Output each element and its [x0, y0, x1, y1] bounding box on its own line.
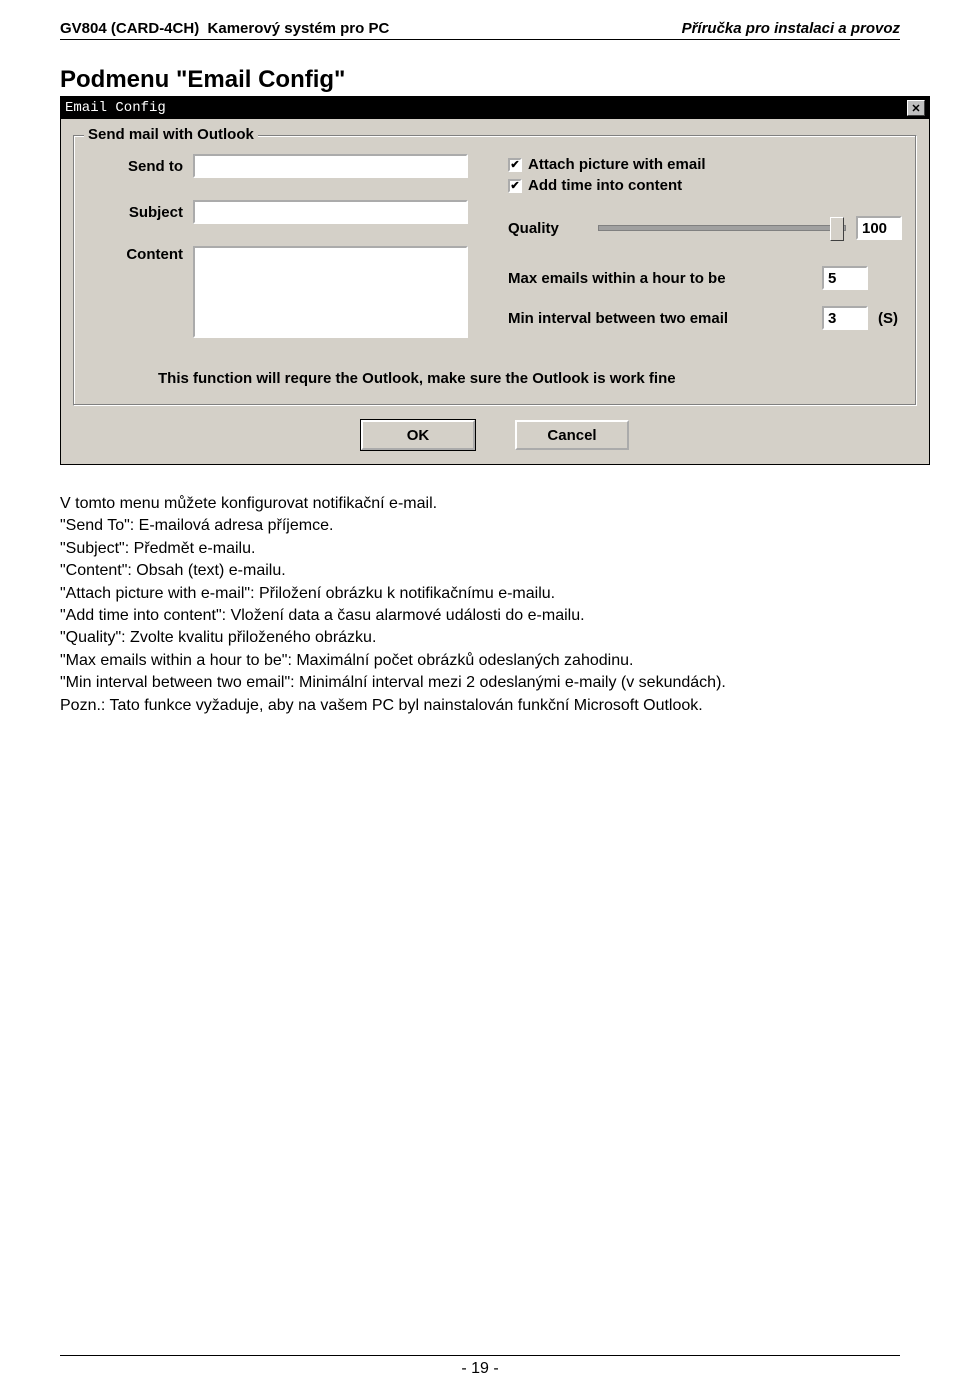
header-model: GV804 (CARD-4CH) [60, 20, 199, 37]
checkbox-add-time[interactable]: ✔ [508, 179, 522, 193]
explain-line: "Attach picture with e-mail": Přiložení … [60, 583, 900, 605]
explain-line: Pozn.: Tato funkce vyžaduje, aby na vaše… [60, 695, 900, 717]
close-icon[interactable]: ✕ [907, 100, 925, 116]
dialog-title: Email Config [65, 100, 166, 116]
page-number: - 19 - [461, 1360, 498, 1377]
quality-slider[interactable] [598, 216, 846, 240]
explain-line: "Add time into content": Vložení data a … [60, 605, 900, 627]
explain-line: "Max emails within a hour to be": Maximá… [60, 650, 900, 672]
explain-line: "Min interval between two email": Minimá… [60, 672, 900, 694]
label-send-to: Send to [88, 158, 193, 175]
label-min-interval: Min interval between two email [508, 310, 812, 327]
subject-input[interactable] [193, 200, 468, 224]
label-attach-picture: Attach picture with email [528, 156, 706, 173]
section-title: Podmenu "Email Config" [60, 66, 900, 94]
cancel-button[interactable]: Cancel [515, 420, 629, 450]
ok-button[interactable]: OK [361, 420, 475, 450]
header-product: Kamerový systém pro PC [208, 20, 390, 37]
content-input[interactable] [193, 246, 468, 338]
explain-line: "Quality": Zvolte kvalitu přiloženého ob… [60, 627, 900, 649]
min-interval-input[interactable]: 3 [822, 306, 868, 330]
label-subject: Subject [88, 204, 193, 221]
dialog-titlebar: Email Config ✕ [61, 97, 929, 119]
explain-line: "Send To": E-mailová adresa příjemce. [60, 515, 900, 537]
explain-line: "Content": Obsah (text) e-mailu. [60, 560, 900, 582]
page-footer: - 19 - [60, 1355, 900, 1378]
send-to-input[interactable] [193, 154, 468, 178]
label-max-emails: Max emails within a hour to be [508, 270, 812, 287]
explain-line: V tomto menu můžete konfigurovat notifik… [60, 493, 900, 515]
groupbox-legend: Send mail with Outlook [84, 126, 258, 143]
label-min-interval-unit: (S) [878, 310, 902, 327]
dialog-email-config: Email Config ✕ Send mail with Outlook Se… [60, 96, 930, 465]
document-header: GV804 (CARD-4CH) Kamerový systém pro PC … [60, 20, 900, 40]
label-add-time: Add time into content [528, 177, 682, 194]
explain-line: "Subject": Předmět e-mailu. [60, 538, 900, 560]
label-quality: Quality [508, 220, 588, 237]
checkbox-attach-picture[interactable]: ✔ [508, 158, 522, 172]
explanation-text: V tomto menu můžete konfigurovat notifik… [60, 493, 900, 717]
max-emails-input[interactable]: 5 [822, 266, 868, 290]
label-content: Content [88, 242, 193, 263]
groupbox-send-mail: Send mail with Outlook Send to Subject [73, 135, 917, 406]
outlook-note: This function will requre the Outlook, m… [158, 370, 902, 387]
quality-value[interactable]: 100 [856, 216, 902, 240]
header-doctype: Příručka pro instalaci a provoz [682, 20, 900, 37]
